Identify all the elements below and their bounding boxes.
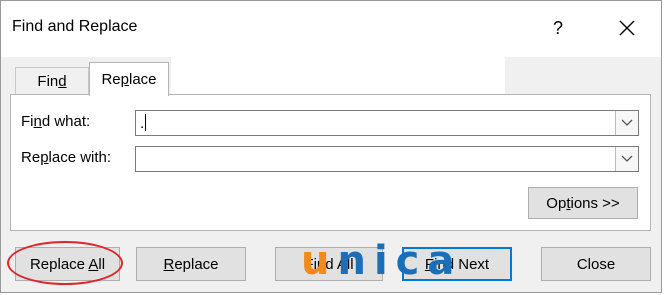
find-what-value: . [140,114,147,132]
close-window-button[interactable] [609,13,645,43]
replace-all-button[interactable]: Replace All [15,247,120,281]
find-what-dropdown[interactable] [615,111,638,135]
brand-watermark: unica [301,241,462,281]
watermark-first-letter: u [301,238,338,284]
window-title: Find and Replace [12,18,138,35]
find-what-label: Find what: [21,113,91,130]
chevron-down-icon [621,155,633,162]
replace-tab-panel: Find what: . Replace with: Options >> [10,94,651,231]
replace-with-label: Replace with: [21,149,112,166]
close-button[interactable]: Close [541,247,651,281]
replace-with-dropdown[interactable] [615,147,638,171]
replace-all-label: Replace All [29,255,106,273]
help-icon: ? [552,17,563,38]
replace-with-input[interactable] [135,146,639,172]
chevron-down-icon [621,119,633,126]
tab-replace[interactable]: Replace [89,62,169,96]
options-label: Options >> [546,194,620,212]
tab-replace-label: Replace [101,71,157,88]
close-icon [619,20,635,36]
replace-label: Replace [163,255,219,273]
replace-button[interactable]: Replace [136,247,246,281]
find-replace-dialog: Find and Replace ? Find Replace Find wha… [0,0,662,293]
help-button[interactable]: ? [541,13,575,43]
tab-find-label: Find [37,73,67,90]
find-what-input[interactable]: . [135,110,639,136]
close-label: Close [576,255,616,273]
text-caret [145,114,147,131]
watermark-rest: nica [337,238,463,284]
options-button[interactable]: Options >> [528,187,638,219]
tab-find[interactable]: Find [15,67,89,95]
background-patch [171,19,505,95]
